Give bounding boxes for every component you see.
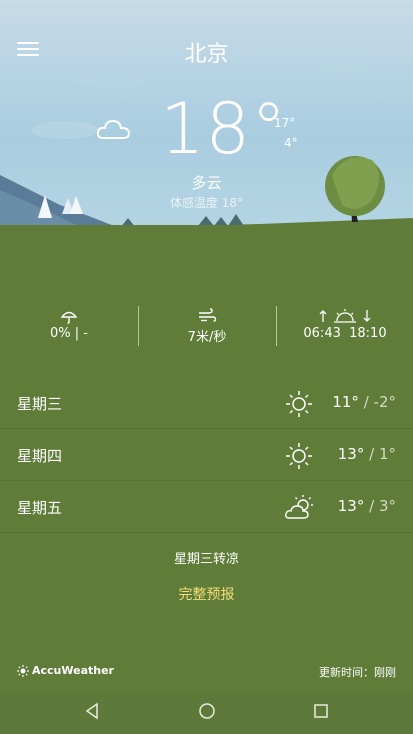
forecast-row[interactable]: 星期三 11° / -2° [0,378,413,429]
sun-icon [286,443,312,469]
precipitation-value: 0% | - [50,326,88,341]
city-name[interactable]: 北京 [0,36,413,68]
forecast-high: 13° [337,445,365,463]
wind-stat: 7米/秒 [168,306,246,345]
navigation-bar [0,690,413,734]
sunrise-time: 06:43 [303,326,341,341]
stats-divider [276,306,277,346]
forecast-high: 11° [332,393,359,411]
forecast-temps: 11° / -2° [332,393,396,411]
sunset-time: 18:10 [349,326,387,341]
forecast-temps: 13° / 3° [338,497,396,515]
back-icon[interactable] [84,702,100,720]
sun-icon [286,391,312,417]
home-icon[interactable] [198,702,216,720]
forecast-low: / -2° [363,393,396,411]
low-temp: 4° [284,136,298,150]
forecast-low: / 3° [369,497,396,515]
recents-icon[interactable] [313,702,329,720]
forecast-temps: 13° / 1° [338,445,396,463]
brand-name: AccuWeather [32,664,114,677]
partly-cloudy-icon [285,495,313,519]
forecast-row[interactable]: 星期四 13° / 1° [0,430,413,481]
feels-like-text: 体感温度 18° [169,196,244,210]
condition-text: 多云 [191,174,222,192]
forecast-day: 星期四 [17,447,63,465]
umbrella-icon [60,311,78,324]
high-low-temps: 17° 4° [274,113,298,153]
stats-bar: 0% | - 7米/秒 06:43 18:10 [0,300,413,360]
forecast-day: 星期三 [17,395,63,413]
high-temp: 17° [274,116,296,130]
wind-value: 7米/秒 [187,330,227,345]
update-time: 更新时间：刚刚 [319,666,396,679]
sun-logo-icon [17,664,29,677]
stats-divider [138,306,139,346]
sun-stat: 06:43 18:10 [300,306,390,341]
cloud-icon [96,119,131,139]
forecast-high: 13° [337,497,365,515]
current-temperature: 18° [160,88,288,170]
forecast-summary: 星期三转凉 [173,552,239,567]
precipitation-stat: 0% | - [30,306,108,341]
wind-icon [199,308,217,322]
forecast-day: 星期五 [17,499,63,517]
sunrise-sunset-icon [319,309,371,323]
full-forecast-link[interactable]: 完整预报 [0,584,413,604]
accuweather-logo[interactable]: AccuWeather [17,664,114,677]
forecast-low: / 1° [369,445,396,463]
forecast-row[interactable]: 星期五 13° / 3° [0,482,413,533]
